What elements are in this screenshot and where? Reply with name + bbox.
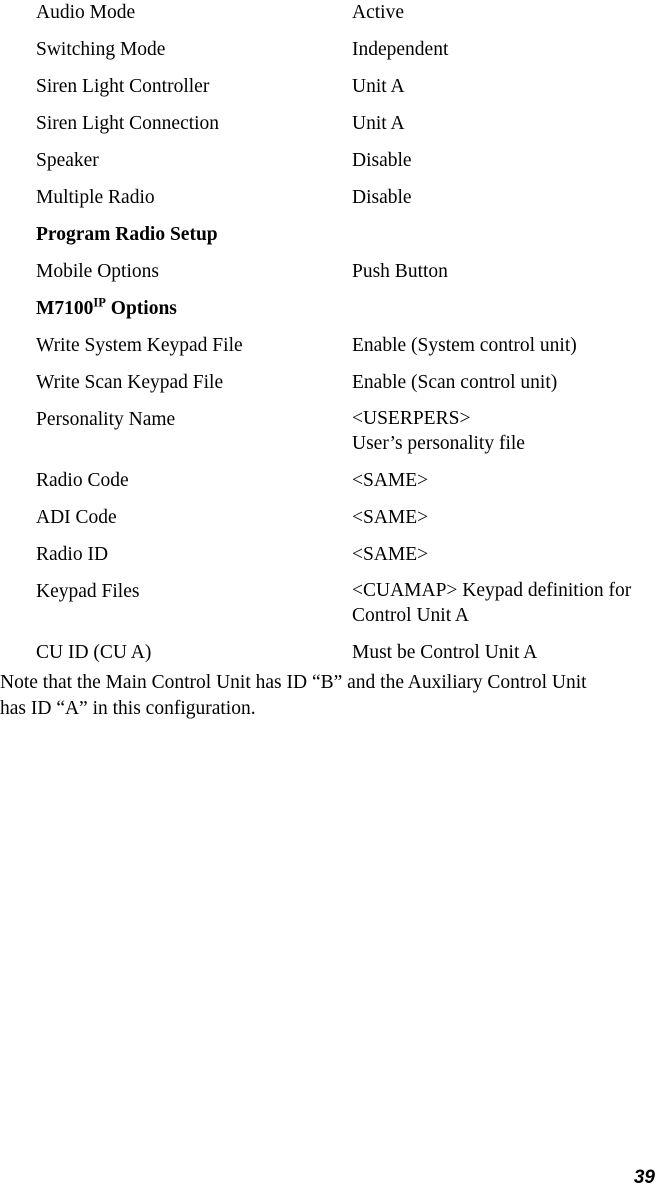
parameter-value: <CUAMAP> Keypad definition for Control U… xyxy=(352,580,632,626)
table-row: Siren Light Connection Unit A xyxy=(0,105,657,142)
parameter-label: Speaker xyxy=(36,150,99,171)
section-heading-program-radio-setup: Program Radio Setup xyxy=(0,216,657,253)
parameter-label: Keypad Files xyxy=(36,581,140,602)
parameter-value: Active xyxy=(352,2,404,23)
parameter-value: <SAME> xyxy=(352,507,429,528)
table-row-keypad-files: Keypad Files <CUAMAP> Keypad definition … xyxy=(0,573,657,634)
heading-base-text: M7100 xyxy=(36,298,94,319)
note-paragraph: Note that the Main Control Unit has ID “… xyxy=(0,670,657,721)
table-row: Radio ID <SAME> xyxy=(0,536,657,573)
parameter-value: Must be Control Unit A xyxy=(352,642,538,663)
table-row: Multiple Radio Disable xyxy=(0,179,657,216)
section-heading-label: Program Radio Setup xyxy=(36,224,218,245)
table-row: CU ID (CU A) Must be Control Unit A xyxy=(0,634,657,671)
parameter-label: Audio Mode xyxy=(36,2,136,23)
table-row-personality-name: Personality Name <USERPERS> User’s person… xyxy=(0,401,657,462)
parameter-value: Push Button xyxy=(352,261,448,282)
personality-value-line-2: User’s personality file xyxy=(352,432,525,454)
table-row: Speaker Disable xyxy=(0,142,657,179)
table-row: ADI Code <SAME> xyxy=(0,499,657,536)
parameter-label: Siren Light Controller xyxy=(36,76,210,97)
parameter-label: CU ID (CU A) xyxy=(36,642,152,663)
table-row: Write Scan Keypad File Enable (Scan cont… xyxy=(0,364,657,401)
parameter-table: Audio Mode Active Switching Mode Indepen… xyxy=(0,0,657,671)
parameter-value: Disable xyxy=(352,150,412,171)
parameter-label: Siren Light Connection xyxy=(36,113,220,134)
note-line-2: has ID “A” in this configuration. xyxy=(0,697,256,719)
parameter-label: Radio Code xyxy=(36,470,129,491)
parameter-label: Mobile Options xyxy=(36,261,159,282)
heading-suffix-text: Options xyxy=(105,298,177,319)
parameter-value: <SAME> xyxy=(352,544,429,565)
parameter-label: Radio ID xyxy=(36,544,109,565)
heading-superscript: IP xyxy=(93,295,106,310)
parameter-label: ADI Code xyxy=(36,507,117,528)
parameter-label: Write System Keypad File xyxy=(36,335,243,356)
note-line-1: Note that the Main Control Unit has ID “… xyxy=(0,672,587,693)
table-row: Write System Keypad File Enable (System … xyxy=(0,327,657,364)
parameter-value: Enable (Scan control unit) xyxy=(352,372,558,393)
table-row: Radio Code <SAME> xyxy=(0,462,657,499)
parameter-label: Multiple Radio xyxy=(36,187,155,208)
parameter-value: <SAME> xyxy=(352,470,429,491)
parameter-value: <USERPERS> User’s personality file xyxy=(352,401,657,456)
parameter-value: Disable xyxy=(352,187,412,208)
table-row: Audio Mode Active xyxy=(0,0,657,31)
parameter-label: Switching Mode xyxy=(36,39,166,60)
parameter-value: Independent xyxy=(352,39,449,60)
table-row: Switching Mode Independent xyxy=(0,31,657,68)
parameter-value: Unit A xyxy=(352,113,405,134)
personality-value-line-1: <USERPERS> xyxy=(352,408,471,429)
parameter-value: Unit A xyxy=(352,76,405,97)
section-heading-m7100ip-options: M7100IP Options xyxy=(0,290,657,327)
parameter-label: Write Scan Keypad File xyxy=(36,372,224,393)
section-heading-label: M7100IP Options xyxy=(36,290,177,327)
table-row: Siren Light Controller Unit A xyxy=(0,68,657,105)
parameter-label: Personality Name xyxy=(36,409,176,430)
parameter-value: Enable (System control unit) xyxy=(352,335,577,356)
document-page: Audio Mode Active Switching Mode Indepen… xyxy=(0,0,657,1189)
table-row: Mobile Options Push Button xyxy=(0,253,657,290)
page-number: 39 xyxy=(633,1167,655,1188)
